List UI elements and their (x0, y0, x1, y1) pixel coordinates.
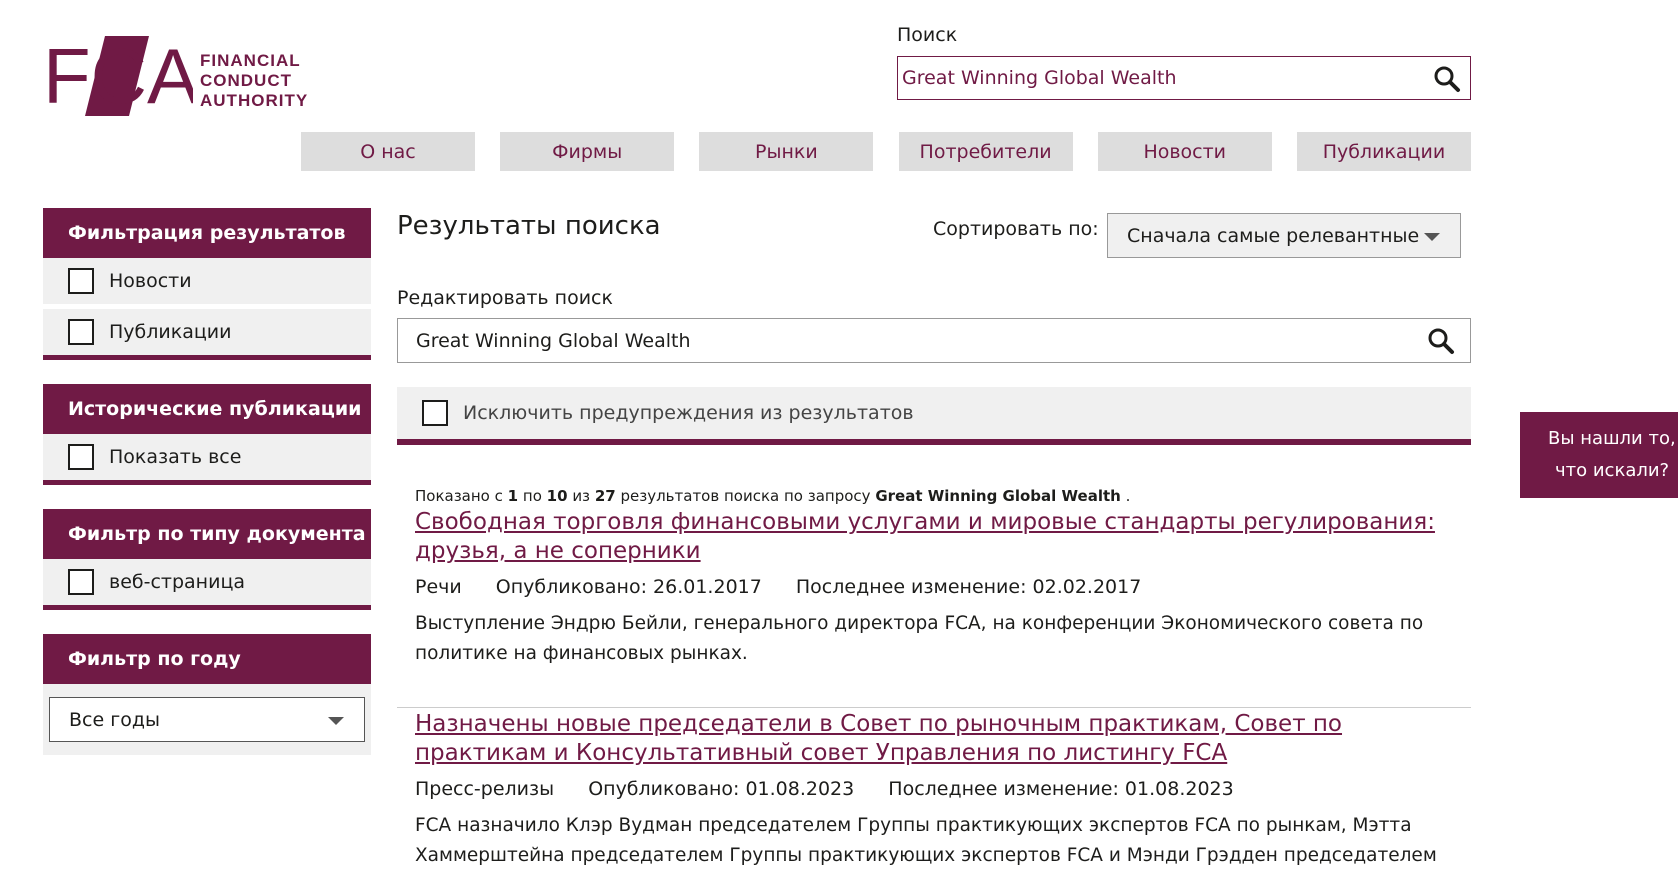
filter-group-title: Исторические публикации (43, 384, 371, 434)
filter-option-news[interactable]: Новости (43, 258, 371, 304)
result-type: Речи (415, 576, 462, 598)
result-published: Опубликовано: 26.01.2017 (495, 576, 762, 598)
search-icon (1428, 328, 1454, 354)
result-modified: Последнее изменение: 02.02.2017 (795, 576, 1142, 598)
result-divider (397, 707, 1471, 708)
logo-letters: FCA (43, 36, 193, 116)
feedback-line-2: что искали? (1555, 460, 1670, 481)
summary-text: Показано с (415, 487, 503, 505)
checkbox-icon[interactable] (68, 268, 94, 294)
filter-group-divider (43, 605, 371, 610)
exclude-warnings-option[interactable]: Исключить предупреждения из результатов (397, 387, 1471, 445)
result-meta: Пресс-релизы Опубликовано: 01.08.2023 По… (415, 777, 1465, 801)
page-title: Результаты поиска (397, 211, 661, 241)
summary-text: из (572, 487, 591, 505)
logo-wordmark: FINANCIAL CONDUCT AUTHORITY (200, 51, 308, 111)
result-type: Пресс-релизы (415, 778, 555, 800)
nav-item-publications[interactable]: Публикации (1296, 132, 1471, 171)
sort-select-value: Сначала самые релевантные (1127, 224, 1420, 247)
filter-group-divider (43, 480, 371, 485)
summary-from: 1 (507, 487, 519, 505)
main-search-input[interactable] (416, 319, 1376, 362)
search-icon (1434, 66, 1460, 92)
filter-group-year: Фильтр по году Все годы (43, 634, 371, 755)
filter-sidebar: Фильтрация результатов Новости Публикаци… (43, 208, 371, 779)
chevron-down-icon (328, 717, 344, 725)
result-item: Свободная торговля финансовыми услугами … (415, 508, 1465, 669)
filter-group-body: Все годы (43, 684, 371, 755)
filter-group-body: Новости Публикации (43, 258, 371, 355)
summary-text: по (522, 487, 542, 505)
filter-option-label: веб-страница (109, 571, 246, 593)
nav-item-markets[interactable]: Рынки (699, 132, 874, 171)
nav-item-about[interactable]: О нас (301, 132, 475, 171)
filter-option-label: Публикации (109, 321, 232, 343)
result-title-link[interactable]: Назначены новые председатели в Совет по … (415, 710, 1465, 768)
filter-option-show-all[interactable]: Показать все (43, 434, 371, 480)
filter-group-divider (43, 355, 371, 360)
filter-option-label: Показать все (109, 446, 242, 468)
nav-item-firms[interactable]: Фирмы (500, 132, 675, 171)
summary-text: результатов поиска по запросу (620, 487, 871, 505)
logo-line-2: CONDUCT (200, 71, 292, 90)
main-search-button[interactable] (1426, 326, 1456, 356)
header-search-label: Поиск (897, 24, 958, 46)
summary-text: . (1125, 487, 1131, 505)
results-summary: Показано с 1 по 10 из 27 результатов пои… (415, 487, 1130, 505)
header-search-input[interactable] (902, 57, 1402, 99)
result-modified: Последнее изменение: 01.08.2023 (888, 778, 1234, 800)
filter-group-body: веб-страница (43, 559, 371, 605)
checkbox-icon[interactable] (68, 444, 94, 470)
summary-total: 27 (594, 487, 616, 505)
chevron-down-icon (1424, 233, 1440, 241)
filter-group-title: Фильтр по году (43, 634, 371, 684)
filter-option-label: Новости (109, 270, 192, 292)
summary-to: 10 (546, 487, 568, 505)
filter-group-results: Фильтрация результатов Новости Публикаци… (43, 208, 371, 360)
exclude-warnings-label: Исключить предупреждения из результатов (463, 402, 914, 424)
feedback-tab[interactable]: Вы нашли то, что искали? (1520, 412, 1678, 498)
summary-query: Great Winning Global Wealth (875, 487, 1121, 505)
filter-option-publications[interactable]: Публикации (43, 304, 371, 355)
main-nav: О нас Фирмы Рынки Потребители Новости Пу… (301, 132, 1471, 171)
result-description: Выступление Эндрю Бейли, генерального ди… (415, 613, 1424, 664)
result-description: FCA назначило Клэр Вудман председателем … (415, 815, 1437, 866)
fca-logo[interactable]: FCA FINANCIAL CONDUCT AUTHORITY (43, 36, 313, 122)
header-search-button[interactable] (1432, 64, 1462, 94)
logo-line-1: FINANCIAL (200, 51, 301, 70)
result-meta: Речи Опубликовано: 26.01.2017 Последнее … (415, 575, 1465, 599)
year-select-value: Все годы (69, 708, 160, 731)
filter-group-title: Фильтрация результатов (43, 208, 371, 258)
fca-logo-mark: FCA (43, 36, 193, 116)
header-search-box (897, 56, 1471, 100)
result-published: Опубликовано: 01.08.2023 (588, 778, 855, 800)
checkbox-icon[interactable] (422, 400, 448, 426)
logo-line-3: AUTHORITY (200, 91, 309, 110)
filter-option-webpage[interactable]: веб-страница (43, 559, 371, 605)
feedback-line-1: Вы нашли то, (1548, 428, 1676, 449)
year-select[interactable]: Все годы (49, 697, 365, 742)
sort-select[interactable]: Сначала самые релевантные (1107, 213, 1461, 258)
checkbox-icon[interactable] (68, 319, 94, 345)
main-search-box (397, 318, 1471, 363)
result-item: Назначены новые председатели в Совет по … (415, 710, 1465, 871)
edit-search-label: Редактировать поиск (397, 287, 613, 309)
sort-label: Сортировать по: (933, 218, 1099, 240)
filter-group-doc-type: Фильтр по типу документа веб-страница (43, 509, 371, 610)
filter-group-body: Показать все (43, 434, 371, 480)
filter-group-title: Фильтр по типу документа (43, 509, 371, 559)
result-title-link[interactable]: Свободная торговля финансовыми услугами … (415, 508, 1465, 566)
filter-group-historic: Исторические публикации Показать все (43, 384, 371, 485)
nav-item-consumers[interactable]: Потребители (898, 132, 1073, 171)
nav-item-news[interactable]: Новости (1097, 132, 1272, 171)
checkbox-icon[interactable] (68, 569, 94, 595)
